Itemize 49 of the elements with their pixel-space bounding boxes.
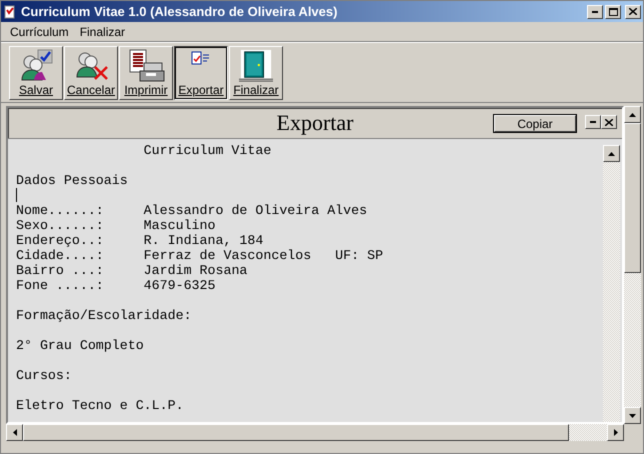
minimize-icon bbox=[592, 10, 598, 12]
close-icon bbox=[605, 118, 613, 126]
document-line: Nome......: Alessandro de Oliveira Alves bbox=[16, 203, 368, 218]
right-arrow-icon bbox=[614, 429, 618, 436]
toolbar-button[interactable]: Exportar bbox=[174, 46, 228, 100]
minimize-button[interactable] bbox=[587, 4, 603, 18]
close-button[interactable] bbox=[625, 4, 641, 18]
document-line: Formação/Escolaridade: bbox=[16, 308, 193, 323]
app-icon bbox=[3, 4, 17, 18]
up-arrow-icon bbox=[629, 112, 636, 116]
scroll-up-button[interactable] bbox=[624, 106, 641, 123]
document-line: Fone .....: 4679-6325 bbox=[16, 278, 216, 293]
scroll-down-button[interactable] bbox=[624, 407, 641, 424]
document-line: Eletro Tecno e C.L.P. bbox=[16, 398, 185, 413]
minimize-icon bbox=[590, 121, 596, 123]
document-line: Sexo......: Masculino bbox=[16, 218, 216, 233]
scroll-right-button[interactable] bbox=[607, 424, 624, 441]
window-title: Curriculum Vitae 1.0 (Alessandro de Oliveira Alves) bbox=[21, 4, 338, 19]
close-icon bbox=[629, 8, 637, 15]
left-arrow-icon bbox=[12, 429, 16, 436]
document-line: Cidade....: Ferraz de Vasconcelos UF: SP bbox=[16, 248, 384, 263]
down-arrow-icon bbox=[629, 414, 636, 418]
document-line: Dados Pessoais bbox=[16, 173, 129, 188]
close-button[interactable] bbox=[601, 115, 617, 129]
document-export-icon bbox=[190, 49, 212, 67]
vertical-scrollbar[interactable] bbox=[624, 106, 641, 424]
document-line: Bairro ...: Jardim Rosana bbox=[16, 263, 248, 278]
toolbar-button[interactable]: Cancelar bbox=[64, 46, 118, 100]
scroll-left-button[interactable] bbox=[6, 424, 23, 441]
document-heading: Curriculum Vitae bbox=[142, 143, 272, 158]
scroll-up-button[interactable] bbox=[603, 145, 620, 162]
toolbar-button[interactable]: Salvar bbox=[9, 46, 63, 100]
panel-title: Exportar bbox=[276, 110, 354, 136]
toolbar-button[interactable]: Finalizar bbox=[229, 46, 283, 100]
document-line: Endereço..: R. Indiana, 184 bbox=[16, 233, 264, 248]
toolbar-button[interactable]: Imprimir bbox=[119, 46, 173, 100]
vertical-scrollbar[interactable] bbox=[603, 145, 620, 422]
document-line: Cursos: bbox=[16, 368, 73, 383]
menu-item[interactable]: Currículum bbox=[5, 24, 75, 38]
maximize-button[interactable] bbox=[605, 4, 621, 18]
menu-item[interactable]: Finalizar bbox=[74, 24, 132, 38]
document-line: 2° Grau Completo bbox=[16, 338, 145, 353]
minimize-button[interactable] bbox=[585, 115, 601, 129]
scroll-thumb[interactable] bbox=[624, 123, 641, 273]
text-caret bbox=[16, 188, 17, 202]
maximize-icon bbox=[608, 8, 618, 16]
up-arrow-icon bbox=[608, 152, 615, 156]
door-icon bbox=[238, 49, 274, 83]
copy-button[interactable]: Copiar bbox=[494, 115, 576, 132]
